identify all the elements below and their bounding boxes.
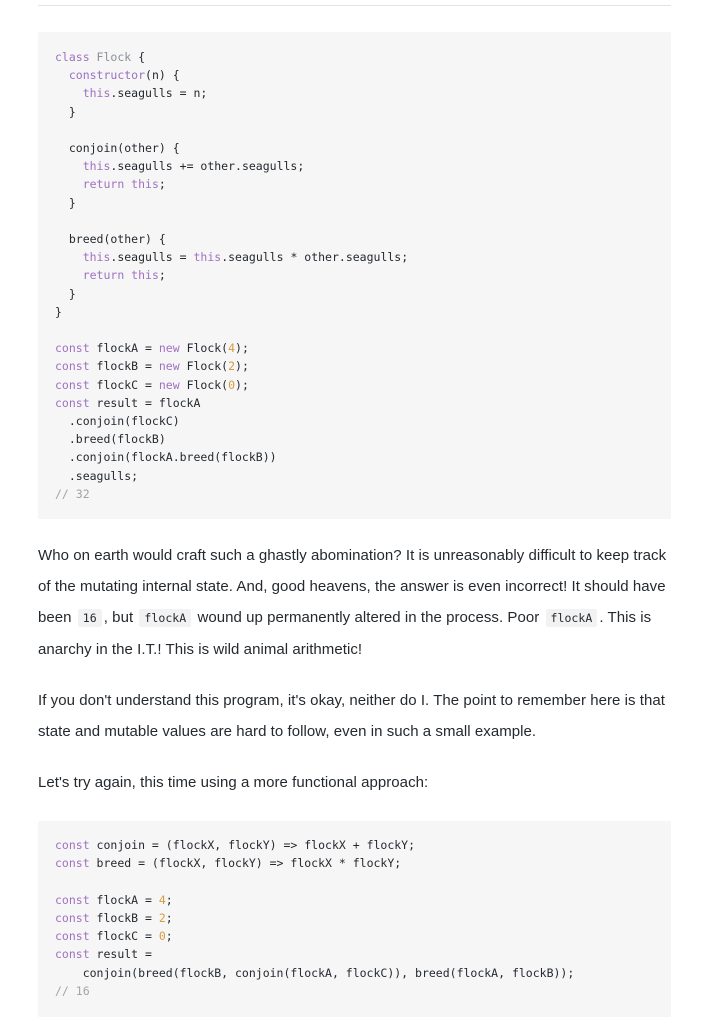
- code-token: const: [55, 377, 97, 392]
- inline-code: flockA: [545, 609, 598, 628]
- code-token: flockA =: [96, 341, 159, 356]
- code-token: const: [55, 910, 97, 925]
- code-token: 2: [158, 910, 166, 925]
- paragraph-critique: Who on earth would craft such a ghastly …: [38, 547, 667, 659]
- code-token: const: [55, 929, 97, 944]
- code-block-imperative: class Flock { constructor(n) { this.seag…: [38, 32, 671, 520]
- code-token: }: [55, 195, 76, 210]
- code-token: Flock(: [186, 359, 229, 374]
- inline-code: 16: [77, 609, 102, 628]
- code-token: Flock: [96, 50, 139, 64]
- section-divider: [38, 5, 671, 6]
- code-token: new: [158, 341, 187, 356]
- code-token: }: [55, 104, 76, 119]
- code-token: result =: [96, 947, 152, 962]
- code-token: return: [82, 268, 132, 283]
- code-token: 0: [158, 929, 166, 944]
- code-token: 4: [158, 892, 166, 907]
- code-token: ;: [165, 929, 173, 944]
- code-token: flockB =: [96, 359, 159, 374]
- code-token: const: [55, 856, 97, 871]
- code-token: // 32: [55, 486, 90, 501]
- code-token: // 16: [55, 983, 90, 998]
- code-token: .seagulls;: [55, 468, 139, 483]
- code-token: 0: [228, 377, 236, 392]
- article-page: class Flock { constructor(n) { this.seag…: [0, 5, 709, 1017]
- code-token: result = flockA: [96, 395, 201, 410]
- code-token: .seagulls = n;: [110, 86, 208, 101]
- code-token: Flock(: [186, 377, 229, 392]
- code-token: conjoin = (flockX, flockY) => flockX + f…: [96, 838, 416, 853]
- code-token: const: [55, 892, 97, 907]
- code-token: .conjoin(flockA.breed(flockB)): [55, 450, 277, 465]
- code-token: );: [235, 341, 249, 356]
- code-token: 2: [228, 359, 236, 374]
- code-token: flockC =: [96, 929, 159, 944]
- code-token: .seagulls * other.seagulls;: [221, 250, 409, 265]
- code-token: );: [235, 377, 249, 392]
- code-token: const: [55, 947, 97, 962]
- code-token: ;: [158, 268, 166, 283]
- code-token: .seagulls =: [110, 250, 194, 265]
- code-token: breed = (flockX, flockY) => flockX * flo…: [96, 856, 402, 871]
- code-token: new: [158, 377, 187, 392]
- code-token: constructor: [68, 68, 146, 83]
- code-token: flockA =: [96, 892, 159, 907]
- code-token: const: [55, 341, 97, 356]
- code-token: .conjoin(flockC): [55, 414, 180, 429]
- code-token: 4: [228, 341, 236, 356]
- inline-code: flockA: [139, 609, 192, 628]
- code-token: flockC =: [96, 377, 159, 392]
- code-token: ;: [158, 177, 166, 192]
- code-token: Flock(: [186, 341, 229, 356]
- code-block-functional: const conjoin = (flockX, flockY) => floc…: [38, 821, 671, 1017]
- code-token: );: [235, 359, 249, 374]
- article-content: class Flock { constructor(n) { this.seag…: [0, 5, 709, 1017]
- code-token: this: [131, 177, 159, 192]
- code-token: (n) {: [145, 68, 180, 83]
- code-token: ;: [165, 892, 173, 907]
- code-token: return: [82, 177, 132, 192]
- paragraph-transition: Let's try again, this time using a more …: [38, 774, 429, 792]
- code-token: .breed(flockB): [55, 432, 166, 447]
- code-token: .seagulls += other.seagulls;: [110, 159, 305, 174]
- code-token: breed(other) {: [55, 232, 166, 247]
- code-token: }: [55, 304, 62, 319]
- code-token: const: [55, 395, 97, 410]
- code-token: conjoin(breed(flockB, conjoin(flockA, fl…: [55, 965, 575, 980]
- code-token: this: [131, 268, 159, 283]
- paragraph-explanation: If you don't understand this program, it…: [38, 692, 666, 741]
- code-token: class: [55, 50, 97, 64]
- code-token: this: [82, 250, 111, 265]
- code-token: new: [158, 359, 187, 374]
- code-token: }: [55, 286, 76, 301]
- code-token: const: [55, 838, 97, 853]
- code-token: ;: [165, 910, 173, 925]
- code-token: flockB =: [96, 910, 159, 925]
- code-token: conjoin(other) {: [55, 141, 180, 156]
- code-token: {: [138, 50, 146, 64]
- code-token: this: [193, 250, 222, 265]
- code-token: const: [55, 359, 97, 374]
- code-token: this: [82, 159, 111, 174]
- code-token: this: [82, 86, 111, 101]
